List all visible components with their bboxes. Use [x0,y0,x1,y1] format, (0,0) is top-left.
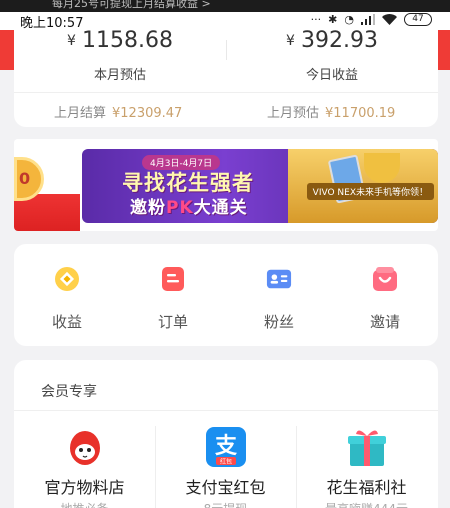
banner-main-slide: 4月3日-4月7日 寻找花生强者 邀粉PK大通关 VIVO NEX未来手机等你领… [82,149,438,223]
menu-item-orders[interactable]: 订单 [120,266,226,332]
this-month-estimate[interactable]: ¥1158.68 本月预估 [14,28,226,83]
earnings-separator [14,92,438,93]
menu-label: 粉丝 [263,313,294,331]
banner-sub-pk: PK [166,198,194,218]
member-item-name: 官方物料店 [44,478,125,497]
earnings-icon [54,266,80,292]
banner-subtitle: 邀粉PK大通关 [130,193,248,218]
battery-icon: 47 [404,13,432,26]
this-month-value: 1158.68 [81,28,173,53]
coin-icon: 0 [14,157,44,201]
banner-sub-prefix: 邀粉 [130,198,166,218]
last-month-settled-label: 上月结算 [54,106,107,121]
last-month-settled[interactable]: 上月结算 ¥12309.47 [54,102,182,121]
status-time: 晚上10:57 [20,16,84,31]
menu-label: 收益 [51,313,82,331]
member-item-desc: 地推必备 [14,500,155,508]
notice-text: 每月25号可提现上月结算收益 > [52,0,211,10]
alipay-icon-badge: 红包 [219,458,231,466]
member-item-name: 支付宝红包 [185,478,266,497]
order-icon [160,266,186,292]
alarm-icon: ◔ [344,13,354,26]
menu-label: 邀请 [369,313,400,331]
cell-signal-icon [361,14,375,25]
member-item-alipay-redpacket[interactable]: 支 红包 支付宝红包 8元提现 [155,426,296,508]
banner-prev-slide: 0 [14,139,80,231]
this-month-label: 本月预估 [93,68,146,83]
member-item-name: 花生福利社 [326,478,407,497]
banner-sub-suffix: 大通关 [193,198,248,218]
member-item-desc: 最高嗨赚444元 [296,500,437,508]
member-item-desc: 8元提现 [155,500,296,508]
peanut-mascot-icon [64,426,106,468]
invite-icon [372,266,398,292]
member-item-official-store[interactable]: 官方物料店 地推必备 [14,426,155,508]
status-icons: ··· ✱ ◔ 47 [311,13,432,26]
withdraw-notice[interactable]: 每月25号可提现上月结算收益 > [0,0,450,12]
promo-banner[interactable]: 0 4月3日-4月7日 寻找花生强者 邀粉PK大通关 VIVO NEX未来手机等… [14,139,438,231]
today-value-row: ¥392.93 [226,28,438,53]
status-bar: 晚上10:57 ··· ✱ ◔ 47 [0,12,450,31]
menu-label: 订单 [157,313,188,331]
coin-text: 0 [19,169,31,188]
today-label: 今日收益 [305,68,358,83]
member-separator [14,410,438,411]
last-month-estimate-value: ¥11700.19 [325,106,396,121]
today-value: 392.93 [300,28,378,53]
this-month-value-row: ¥1158.68 [14,28,226,53]
last-month-settled-value: ¥12309.47 [112,106,183,121]
currency-symbol: ¥ [286,33,295,49]
fans-icon [266,266,292,292]
last-month-estimate[interactable]: 上月预估 ¥11700.19 [267,102,395,121]
menu-item-earnings[interactable]: 收益 [14,266,120,332]
bluetooth-icon: ✱ [328,13,338,26]
member-section-title: 会员专享 [41,384,97,400]
member-exclusive-card: 会员专享 官方物料店 地推必备 支 红包 支付宝红包 8元提现 花生福利社 最高… [14,360,438,508]
wifi-icon [382,14,397,25]
menu-item-invite[interactable]: 邀请 [332,266,438,332]
alipay-icon-text: 支 [214,434,237,459]
last-month-estimate-label: 上月预估 [267,106,320,121]
today-earnings[interactable]: ¥392.93 今日收益 [226,28,438,83]
currency-symbol: ¥ [67,33,76,49]
banner-ribbon: VIVO NEX未来手机等你领！ [306,183,434,200]
signal-dots-icon: ··· [310,13,322,26]
alipay-icon: 支 红包 [205,426,247,468]
quick-menu: 收益 订单 粉丝 邀请 [14,244,438,346]
menu-item-fans[interactable]: 粉丝 [226,266,332,332]
member-item-welfare[interactable]: 花生福利社 最高嗨赚444元 [296,426,437,508]
gift-box-icon [346,426,388,468]
